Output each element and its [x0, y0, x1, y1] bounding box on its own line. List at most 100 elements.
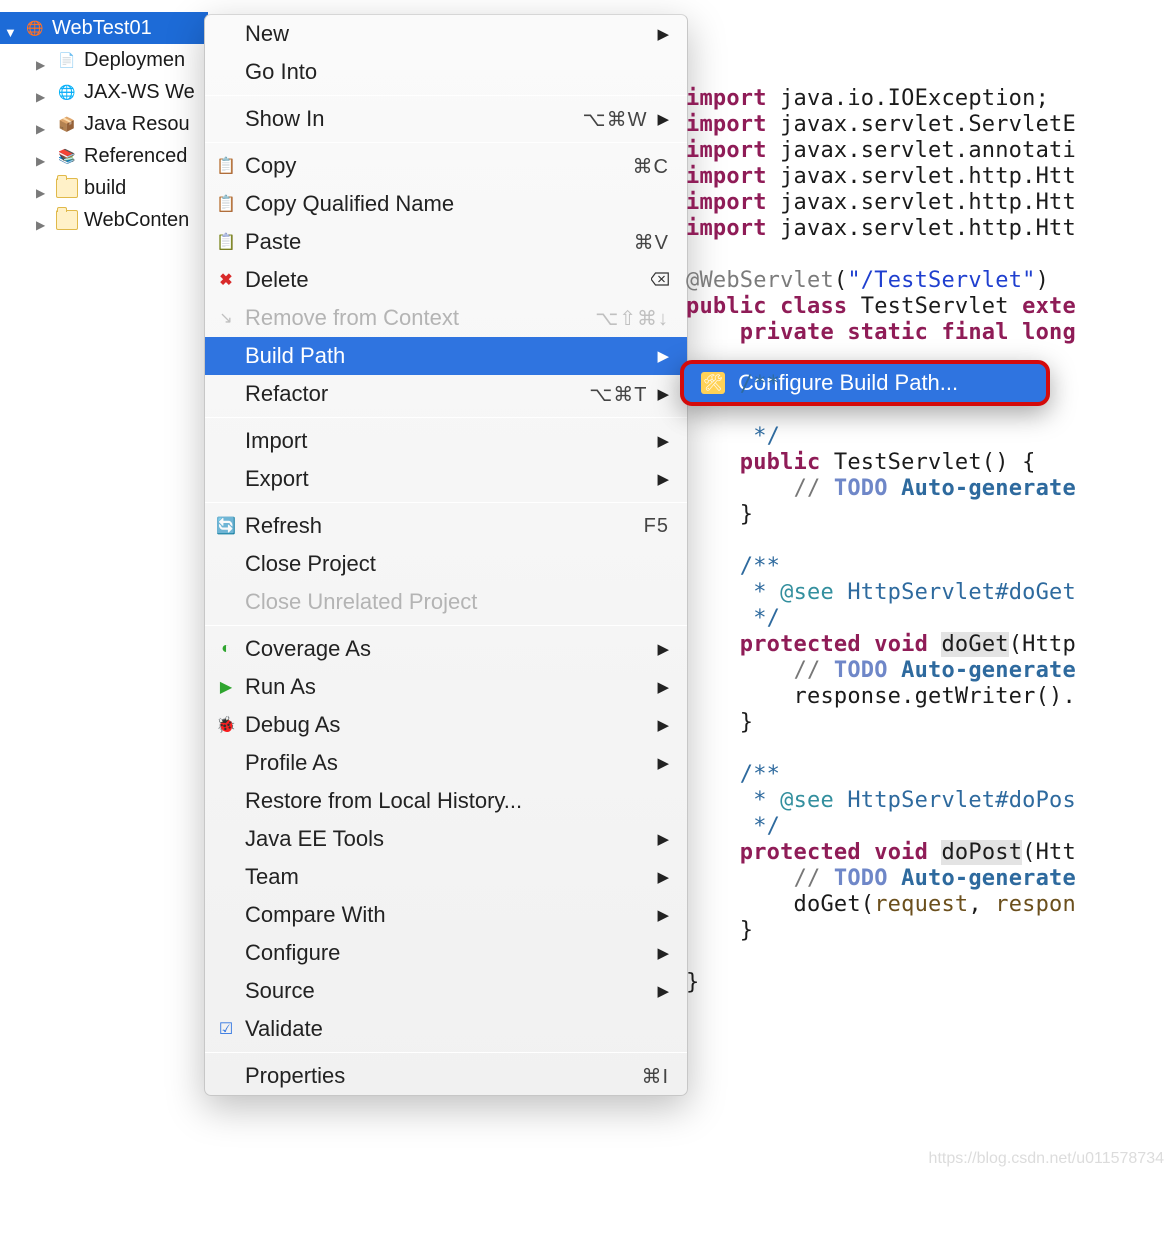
- code-line: [686, 346, 1076, 372]
- menu-item-delete[interactable]: Delete: [205, 261, 687, 299]
- menu-item-show-in[interactable]: Show In⌥⌘W ▶: [205, 100, 687, 138]
- menu-item-copy[interactable]: Copy⌘C: [205, 147, 687, 185]
- menu-item-validate[interactable]: Validate: [205, 1010, 687, 1048]
- expand-arrow-right-icon[interactable]: [36, 117, 50, 131]
- menu-label: Delete: [245, 267, 651, 293]
- code-line: protected void doGet(Http: [686, 632, 1076, 658]
- menu-item-new[interactable]: New▶: [205, 15, 687, 53]
- code-line: [686, 60, 1076, 86]
- menu-item-run-as[interactable]: Run As▶: [205, 668, 687, 706]
- code-line: * @see HttpServlet#doPos: [686, 788, 1076, 814]
- expand-arrow-right-icon[interactable]: [36, 213, 50, 227]
- submenu-arrow-icon: ▶: [657, 678, 669, 696]
- menu-shortcut: ⌥⌘T: [589, 382, 647, 407]
- code-line: doGet(request, respon: [686, 892, 1076, 918]
- expand-arrow-right-icon[interactable]: [36, 181, 50, 195]
- tree-label: JAX-WS We: [84, 82, 195, 102]
- menu-item-build-path[interactable]: Build Path▶: [205, 337, 687, 375]
- menu-separator: [205, 417, 687, 418]
- submenu-arrow-icon: ▶: [657, 110, 669, 128]
- code-line: import javax.servlet.ServletE: [686, 112, 1076, 138]
- submenu-arrow-icon: ▶: [657, 868, 669, 886]
- menu-label: Debug As: [245, 712, 647, 738]
- menu-item-go-into[interactable]: Go Into: [205, 53, 687, 91]
- tree-item[interactable]: Referenced: [0, 140, 208, 172]
- menu-item-refresh[interactable]: RefreshF5: [205, 507, 687, 545]
- menu-item-restore-from-local-history[interactable]: Restore from Local History...: [205, 782, 687, 820]
- context-menu: New▶Go IntoShow In⌥⌘W▶Copy⌘CCopy Qualifi…: [204, 14, 688, 1096]
- menu-label: Close Unrelated Project: [245, 589, 669, 615]
- run-icon: [215, 676, 237, 698]
- menu-separator: [205, 95, 687, 96]
- globe-icon: [56, 82, 78, 102]
- code-line: }: [686, 502, 1076, 528]
- cov-icon: [215, 638, 237, 660]
- menu-separator: [205, 142, 687, 143]
- code-editor[interactable]: import java.io.IOException;import javax.…: [686, 60, 1076, 996]
- code-line: }: [686, 710, 1076, 736]
- menu-item-coverage-as[interactable]: Coverage As▶: [205, 630, 687, 668]
- code-line: [686, 944, 1076, 970]
- menu-label: Configure: [245, 940, 647, 966]
- submenu-arrow-icon: ▶: [657, 944, 669, 962]
- expand-arrow-right-icon[interactable]: [36, 149, 50, 163]
- expand-arrow-right-icon[interactable]: [36, 53, 50, 67]
- delete-key-icon: [651, 269, 669, 292]
- menu-item-export[interactable]: Export ▶: [205, 460, 687, 498]
- menu-item-debug-as[interactable]: Debug As▶: [205, 706, 687, 744]
- menu-item-source[interactable]: Source▶: [205, 972, 687, 1010]
- menu-item-paste[interactable]: Paste⌘V: [205, 223, 687, 261]
- code-line: }: [686, 970, 1076, 996]
- copy-icon: [215, 155, 237, 177]
- tree-item[interactable]: Java Resou: [0, 108, 208, 140]
- menu-label: Paste: [245, 229, 634, 255]
- menu-item-configure[interactable]: Configure ▶: [205, 934, 687, 972]
- submenu-arrow-icon: ▶: [657, 470, 669, 488]
- code-line: [686, 242, 1076, 268]
- watermark: https://blog.csdn.net/u011578734: [929, 1150, 1164, 1168]
- submenu-arrow-icon: ▶: [657, 754, 669, 772]
- menu-label: Source: [245, 978, 647, 1004]
- code-line: import javax.servlet.http.Htt: [686, 164, 1076, 190]
- submenu-arrow-icon: ▶: [657, 906, 669, 924]
- code-line: protected void doPost(Htt: [686, 840, 1076, 866]
- menu-label: Compare With: [245, 902, 647, 928]
- rem-icon: [215, 307, 237, 329]
- code-line: import javax.servlet.annotati: [686, 138, 1076, 164]
- menu-label: Refactor: [245, 381, 589, 407]
- menu-shortcut: ⌥⌘W: [583, 107, 648, 132]
- menu-item-java-ee-tools[interactable]: Java EE Tools▶: [205, 820, 687, 858]
- tree-item[interactable]: JAX-WS We: [0, 76, 208, 108]
- menu-shortcut: ⌘I: [641, 1064, 669, 1089]
- expand-arrow-down-icon[interactable]: [4, 21, 18, 35]
- menu-item-copy-qualified-name[interactable]: Copy Qualified Name: [205, 185, 687, 223]
- code-line: /**: [686, 372, 1076, 398]
- menu-label: Import: [245, 428, 647, 454]
- tree-item[interactable]: Deploymen: [0, 44, 208, 76]
- menu-item-team[interactable]: Team▶: [205, 858, 687, 896]
- menu-item-profile-as[interactable]: Profile As▶: [205, 744, 687, 782]
- menu-label: Show In: [245, 106, 583, 132]
- menu-separator: [205, 1052, 687, 1053]
- tree-item[interactable]: WebConten: [0, 204, 208, 236]
- menu-shortcut: F5: [644, 515, 669, 538]
- menu-label: Copy Qualified Name: [245, 191, 669, 217]
- tree-item[interactable]: build: [0, 172, 208, 204]
- menu-label: Export: [245, 466, 647, 492]
- menu-item-refactor[interactable]: Refactor⌥⌘T▶: [205, 375, 687, 413]
- code-line: public TestServlet() {: [686, 450, 1076, 476]
- menu-label: Java EE Tools: [245, 826, 647, 852]
- menu-item-properties[interactable]: Properties⌘I: [205, 1057, 687, 1095]
- submenu-arrow-icon: ▶: [657, 347, 669, 365]
- menu-item-import[interactable]: Import▶: [205, 422, 687, 460]
- menu-item-compare-with[interactable]: Compare With ▶: [205, 896, 687, 934]
- tree-item-project[interactable]: WebTest01: [0, 12, 208, 44]
- expand-arrow-right-icon[interactable]: [36, 85, 50, 99]
- menu-item-close-project[interactable]: Close Project: [205, 545, 687, 583]
- tree-label: Deploymen: [84, 50, 185, 70]
- code-line: [686, 736, 1076, 762]
- code-line: import javax.servlet.http.Htt: [686, 216, 1076, 242]
- menu-label: Validate: [245, 1016, 669, 1042]
- menu-label: Restore from Local History...: [245, 788, 669, 814]
- menu-label: New: [245, 21, 647, 47]
